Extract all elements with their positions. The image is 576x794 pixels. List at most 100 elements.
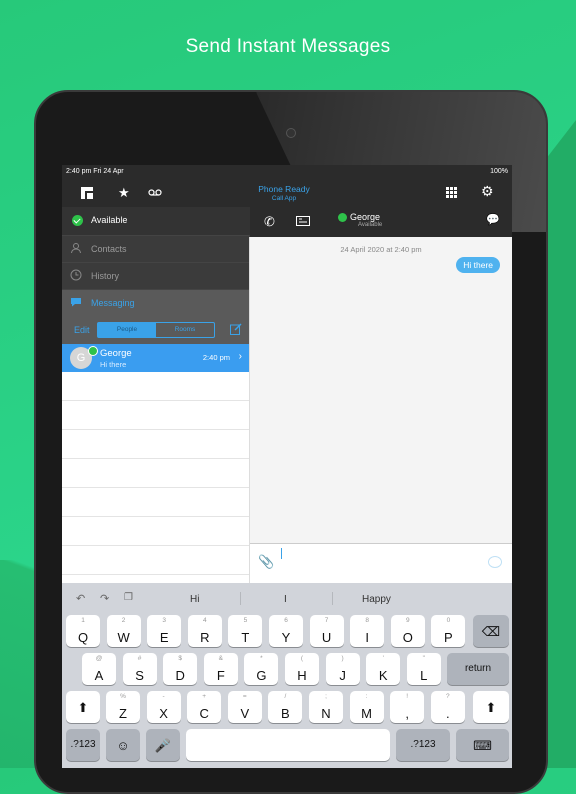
key-row3-4[interactable]: / B (268, 691, 303, 723)
compose-icon[interactable] (230, 323, 242, 335)
key-alt-label: # (137, 655, 142, 662)
status-time: 2:40 pm Fri 24 Apr (66, 168, 124, 175)
chevron-right-icon: › (238, 351, 242, 362)
key-row3-3[interactable]: = V (227, 691, 262, 723)
emoji-icon[interactable]: ☺ (106, 729, 140, 761)
key-alt-label: ) (341, 655, 344, 662)
attachment-paperclip-icon[interactable]: 📎 (258, 554, 274, 570)
key-row3-7[interactable]: !, (390, 691, 425, 723)
app-screen: 2:40 pm Fri 24 Apr 100% ★ Phone Ready Ca… (62, 165, 512, 768)
key-alt-label: * (260, 655, 263, 662)
conversation-preview: Hi there (100, 360, 127, 369)
key-r[interactable]: 4R (187, 615, 222, 647)
key-alt-label: ; (325, 693, 327, 700)
favorites-star-icon[interactable]: ★ (118, 185, 130, 201)
key-row3-0[interactable]: % Z (106, 691, 140, 723)
contact-card-icon[interactable] (296, 216, 310, 226)
list-item (62, 459, 250, 488)
space-bar[interactable] (186, 729, 390, 761)
key-u[interactable]: 7U (309, 615, 344, 647)
key-label: ⌨ (473, 738, 492, 753)
list-item (62, 517, 250, 546)
key-label: ☺ (116, 738, 130, 753)
key-o[interactable]: 9O (390, 615, 425, 647)
key-j[interactable]: ) J (325, 653, 360, 685)
sidebar-item-contacts[interactable]: Contacts (62, 235, 250, 262)
key-w[interactable]: 2W (106, 615, 141, 647)
shift-right-key[interactable]: ⬆ (473, 691, 509, 723)
chat-thread: 24 April 2020 at 2:40 pm Hi there (250, 237, 512, 543)
key-t[interactable]: 5T (228, 615, 263, 647)
suggestion-3[interactable]: Happy (362, 594, 391, 605)
backspace-key[interactable]: ⌫ (473, 615, 509, 647)
list-item (62, 546, 250, 575)
return-key[interactable]: return (447, 653, 509, 685)
key-y[interactable]: 6Y (269, 615, 303, 647)
key-d[interactable]: $ D (163, 653, 198, 685)
key-label: U (321, 630, 332, 645)
key-e[interactable]: 3E (147, 615, 182, 647)
key-label: D (175, 668, 185, 683)
key-label: O (402, 630, 413, 645)
key-row3-8[interactable]: ?. (430, 691, 465, 723)
key-alt-label: / (284, 693, 287, 700)
key-label: A (94, 668, 104, 683)
send-icon[interactable] (488, 556, 502, 568)
microphone-icon[interactable]: 🎤 (146, 729, 180, 761)
key-row3-6[interactable]: :M (349, 691, 384, 723)
presence-status[interactable]: Available (62, 207, 250, 235)
chat-contact-name: George (350, 212, 381, 222)
suggestion-2[interactable]: I (284, 594, 287, 605)
chat-options-icon[interactable]: 💬 (486, 213, 500, 226)
redo-icon[interactable]: ↷ (100, 592, 109, 605)
key-label: G (256, 668, 267, 683)
segment-rooms[interactable]: Rooms (156, 323, 214, 337)
promo-headline: Send Instant Messages (185, 36, 391, 57)
battery-level: 100% (490, 168, 508, 175)
conversation-row[interactable]: G George Hi there 2:40 pm › (62, 344, 250, 372)
list-item (62, 488, 250, 517)
history-clock-icon (70, 269, 82, 281)
key-i[interactable]: 8I (350, 615, 385, 647)
undo-icon[interactable]: ↶ (76, 592, 85, 605)
key-row3-1[interactable]: -X (146, 691, 181, 723)
key-l[interactable]: " L (406, 653, 441, 685)
numbers-key-left[interactable]: .?123 (66, 729, 100, 761)
message-input[interactable] (281, 548, 282, 559)
key-alt-label: = (242, 693, 247, 700)
edit-button[interactable]: Edit (74, 325, 90, 335)
voicemail-icon[interactable] (148, 189, 162, 196)
sidebar-item-history[interactable]: History (62, 262, 250, 289)
message-date: 24 April 2020 at 2:40 pm (340, 245, 422, 254)
segment-people[interactable]: People (98, 323, 156, 337)
key-f[interactable]: & F (203, 653, 238, 685)
settings-gear-icon[interactable]: ⚙ (481, 183, 494, 200)
key-row3-5[interactable]: ; N (309, 691, 343, 723)
key-a[interactable]: @ A (82, 653, 116, 685)
sidebar-item-messaging[interactable]: Messaging (62, 289, 250, 316)
keyboard: ↶ ↷ ❐ Hi I Happy 1 Q 2 W 3 E 4 R 5 T 6 Y 7 U 8 I 9 O 0 P ⌫ @ A… (62, 583, 512, 768)
key-label: K (378, 668, 388, 683)
phone-call-icon[interactable]: ✆ (264, 214, 275, 230)
key-alt-label: ' (382, 655, 384, 662)
numbers-key-right[interactable]: .?123 (396, 729, 450, 761)
hide-keyboard-icon[interactable]: ⌨ (456, 729, 509, 761)
list-item (62, 372, 250, 401)
app-logo-icon[interactable] (78, 183, 96, 201)
dialpad-grid-icon[interactable] (446, 187, 457, 198)
key-row3-2[interactable]: + C (187, 691, 222, 723)
key-g[interactable]: * G (244, 653, 279, 685)
shift-left-key[interactable]: ⬆ (66, 691, 100, 723)
conversation-time: 2:40 pm (202, 353, 230, 362)
key-k[interactable]: ' K (366, 653, 401, 685)
key-p[interactable]: 0P (431, 615, 466, 647)
key-label: I (365, 630, 369, 645)
paste-icon[interactable]: ❐ (124, 592, 133, 603)
key-alt-label: : (365, 693, 368, 700)
suggestion-1[interactable]: Hi (190, 594, 199, 605)
list-item (62, 401, 250, 430)
key-q[interactable]: 1Q (66, 615, 100, 647)
key-h[interactable]: (H (285, 653, 319, 685)
key-label: .?123 (70, 739, 96, 750)
key-s[interactable]: # S (122, 653, 157, 685)
